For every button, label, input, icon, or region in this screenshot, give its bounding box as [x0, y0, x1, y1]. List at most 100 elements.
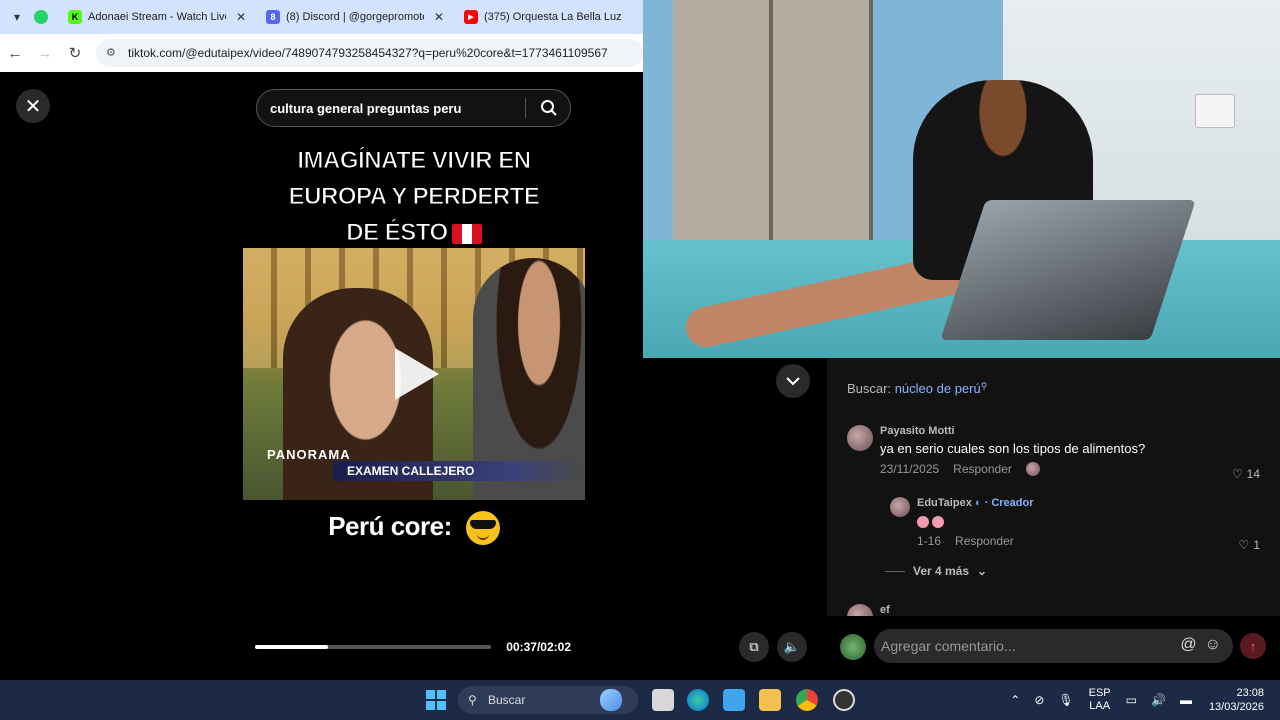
comment-meta: 1-16 Responder: [917, 534, 1034, 548]
reply-button[interactable]: Responder: [955, 534, 1014, 548]
video-time: 00:37/02:02: [506, 640, 571, 654]
peru-flag-icon: [451, 223, 482, 244]
battery-icon[interactable]: ▬: [1180, 693, 1192, 707]
chrome-icon[interactable]: [796, 689, 818, 711]
search-input[interactable]: cultura general preguntas peru: [270, 101, 461, 116]
comment-input[interactable]: Agregar comentario... @ ☺: [874, 629, 1233, 663]
view-more-replies[interactable]: Ver 4 más ⌄: [885, 564, 987, 578]
chevron-down-icon: ⌄: [977, 564, 988, 578]
speaker-icon[interactable]: 🔊: [1151, 693, 1166, 707]
notepad-icon[interactable]: [723, 689, 745, 711]
comment-body: EduTaipex ◐ · Creador 1-16 Responder: [917, 497, 1034, 548]
clock-date: 13/03/2026: [1208, 701, 1264, 713]
reload-icon[interactable]: ↻: [60, 44, 90, 62]
reply-button[interactable]: Responder: [953, 462, 1012, 476]
whatsapp-icon: [34, 10, 48, 24]
like-button[interactable]: ♡ 14: [1232, 467, 1260, 481]
like-count: 1: [1253, 538, 1260, 552]
widget-icon[interactable]: [600, 689, 622, 711]
collapse-button[interactable]: [776, 364, 810, 398]
youtube-icon: ▶: [464, 10, 478, 24]
avatar[interactable]: [890, 497, 910, 517]
video-clip[interactable]: PANORAMA EXAMEN CALLEJERO: [243, 248, 585, 500]
play-icon[interactable]: [395, 348, 439, 400]
chevron-up-icon[interactable]: ⌃: [1010, 693, 1020, 707]
heart-icon: ♡: [1238, 538, 1250, 552]
camera-off-icon[interactable]: ⊘: [1034, 693, 1044, 707]
emoji-icon[interactable]: ☺: [1205, 636, 1221, 654]
windows-start-icon[interactable]: [426, 690, 446, 710]
site-info-icon[interactable]: ⚙: [106, 46, 120, 60]
url-field[interactable]: ⚙ tiktok.com/@edutaipex/video/7489074793…: [96, 39, 643, 67]
comment-body: Payasito Motti ya en serio cuales son lo…: [880, 425, 1145, 476]
network-icon[interactable]: ▭: [1126, 693, 1137, 707]
back-icon[interactable]: ←: [0, 45, 30, 62]
comment-date: 1-16: [917, 534, 942, 548]
tab-adonaei[interactable]: K Adonaei Stream - Watch Live o ✕: [58, 0, 256, 34]
send-button[interactable]: ↑: [1240, 633, 1266, 659]
verified-icon: ◐: [974, 497, 982, 509]
caption-line: IMAGÍNATE VIVIR EN: [297, 147, 532, 175]
reply-item: EduTaipex ◐ · Creador 1-16 Responder: [890, 497, 1034, 548]
sunglasses-emoji-icon: [465, 511, 500, 546]
overlay-text: Perú core:: [243, 511, 585, 546]
pip-icon[interactable]: ⧉: [739, 632, 769, 662]
system-tray: ⌃ ⊘ 🎙 ESP LAA ▭ 🔊 ▬ 23:08 13/03/2026: [1003, 680, 1280, 720]
chevron-down-icon: [786, 377, 800, 386]
tab-title: (8) Discord | @gorgepromoter: [286, 11, 424, 23]
close-video-button[interactable]: ✕: [16, 89, 50, 123]
edge-icon[interactable]: [687, 689, 709, 711]
buscar-query[interactable]: núcleo de perú: [895, 381, 981, 396]
lang-bottom: LAA: [1089, 700, 1111, 712]
comments-panel: Buscar: núcleo de perú⚲ Payasito Motti y…: [827, 358, 1280, 630]
browser-tab-bar: ▾ K Adonaei Stream - Watch Live o ✕ 8 (8…: [0, 0, 643, 34]
cam-outlet: [1195, 94, 1235, 128]
buscar-label: Buscar:: [847, 381, 892, 396]
microphone-icon[interactable]: 🎙: [1058, 693, 1073, 707]
search-divider: [525, 98, 526, 118]
like-count: 14: [1246, 467, 1260, 481]
avatar[interactable]: [847, 425, 873, 451]
volume-icon[interactable]: 🔈: [777, 632, 807, 662]
file-explorer-icon[interactable]: [759, 689, 781, 711]
language-indicator[interactable]: ESP LAA: [1089, 687, 1111, 713]
tab-search-icon[interactable]: ▾: [6, 6, 28, 28]
search-icon[interactable]: [540, 99, 558, 117]
search-box[interactable]: cultura general preguntas peru: [256, 89, 571, 127]
video-caption: IMAGÍNATE VIVIR EN EUROPA Y PERDERTE DE …: [243, 143, 585, 251]
comment-emojis: [917, 513, 1034, 528]
related-search[interactable]: Buscar: núcleo de perú⚲: [847, 381, 987, 396]
tab-youtube[interactable]: ▶ (375) Orquesta La Bella Luz - M: [454, 0, 634, 34]
like-button[interactable]: ♡ 1: [1239, 538, 1260, 552]
comment-user[interactable]: EduTaipex: [917, 497, 972, 509]
video-player[interactable]: cultura general preguntas peru IMAGÍNATE…: [243, 73, 585, 680]
forward-icon[interactable]: →: [30, 45, 60, 62]
player-controls: ⧉ 🔈 Agregar comentario... @ ☺ ↑: [643, 616, 1280, 680]
creator-badge: · Creador: [984, 497, 1034, 509]
comment-user[interactable]: Payasito Motti: [880, 425, 1145, 437]
address-bar: ← → ↻ ⚙ tiktok.com/@edutaipex/video/7489…: [0, 34, 643, 72]
clock[interactable]: 23:08 13/03/2026: [1209, 686, 1264, 714]
heart-eyes-emoji-icon: [932, 515, 944, 528]
divider: [885, 570, 905, 572]
clock-time: 23:08: [1236, 687, 1264, 699]
task-view-icon[interactable]: [652, 689, 674, 711]
progress-bar[interactable]: [255, 645, 491, 649]
view-more-label: Ver 4 más: [913, 564, 970, 578]
screen: ▾ K Adonaei Stream - Watch Live o ✕ 8 (8…: [0, 0, 1280, 720]
obs-icon[interactable]: [833, 689, 855, 711]
comment-date: 23/11/2025: [880, 462, 940, 476]
mention-icon[interactable]: @: [1180, 636, 1196, 654]
search-icon[interactable]: ⚲: [981, 381, 988, 391]
tab-discord[interactable]: 8 (8) Discord | @gorgepromoter ✕: [256, 0, 454, 34]
close-icon: ✕: [24, 95, 42, 118]
tab-whatsapp[interactable]: [28, 0, 58, 34]
tab-title: Adonaei Stream - Watch Live o: [88, 11, 226, 23]
search-icon: ⚲: [468, 693, 477, 707]
comment-meta: 23/11/2025 Responder: [880, 462, 1145, 476]
comment-placeholder: Agregar comentario...: [881, 638, 1016, 654]
discord-icon: 8: [266, 10, 280, 24]
avatar[interactable]: [840, 634, 866, 660]
close-icon[interactable]: ✕: [434, 10, 444, 24]
close-icon[interactable]: ✕: [236, 10, 246, 24]
